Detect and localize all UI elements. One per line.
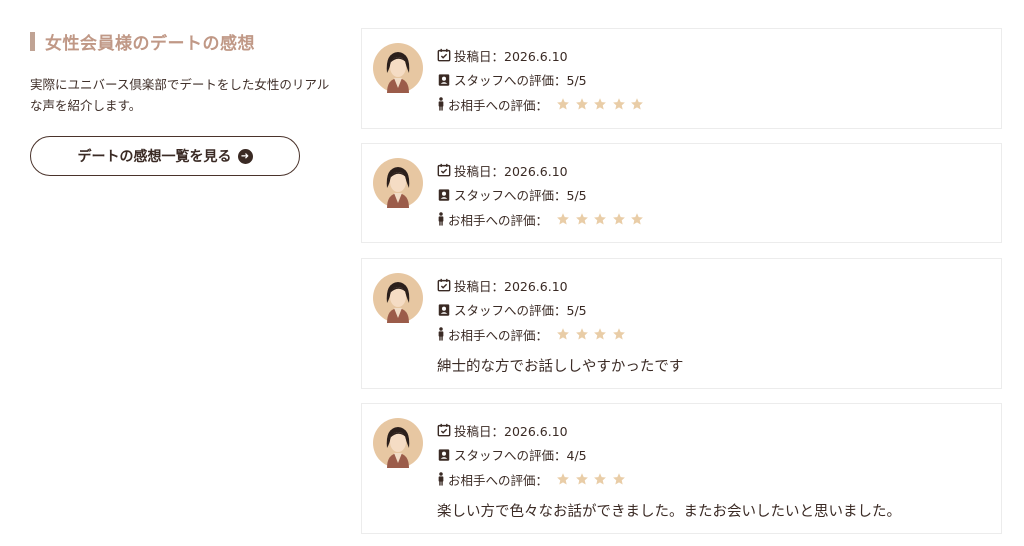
post-date-text: 投稿日：2026.6.10: [454, 423, 568, 439]
star-icon: [630, 212, 644, 226]
intro-panel: 女性会員様のデートの感想 実際にユニバース倶楽部でデートをした女性のリアルな声を…: [30, 28, 350, 176]
post-date: 投稿日：2026.6.10: [437, 158, 649, 183]
review-comment: 楽しい方で色々なお話ができました。またお会いしたいと思いました。: [437, 504, 901, 520]
post-date: 投稿日：2026.6.10: [437, 418, 630, 443]
staff-badge-icon: [438, 304, 450, 316]
section-title: 女性会員様のデートの感想: [45, 33, 255, 54]
post-date: 投稿日：2026.6.10: [437, 43, 649, 68]
staff-badge-icon: [438, 74, 450, 86]
calendar-check-icon: [437, 279, 451, 292]
star-icon: [575, 212, 589, 226]
star-icon: [593, 327, 607, 341]
staff-rating-text: スタッフへの評価：5/5: [454, 303, 587, 319]
avatar: [373, 273, 423, 323]
staff-rating-text: スタッフへの評価：5/5: [454, 73, 587, 89]
staff-rating-text: スタッフへの評価：5/5: [454, 188, 587, 204]
staff-rating: スタッフへの評価：5/5: [437, 68, 649, 93]
star-icon: [630, 97, 644, 111]
section-heading: 女性会員様のデートの感想: [30, 28, 350, 54]
view-all-reviews-button[interactable]: デートの感想一覧を見る ➜: [30, 136, 300, 176]
review-card: 投稿日：2026.6.10 スタッフへの評価：4/5 お相手への評価： 楽しい方…: [361, 403, 1002, 534]
staff-badge-icon: [438, 189, 450, 201]
star-rating: [556, 327, 630, 341]
post-date: 投稿日：2026.6.10: [437, 273, 630, 298]
partner-rating-text: お相手への評価：: [448, 327, 549, 343]
star-icon: [612, 97, 626, 111]
person-icon: [438, 212, 444, 226]
star-icon: [575, 97, 589, 111]
calendar-check-icon: [437, 49, 451, 62]
star-icon: [612, 327, 626, 341]
star-icon: [612, 472, 626, 486]
post-date-text: 投稿日：2026.6.10: [454, 278, 568, 294]
person-icon: [438, 472, 444, 486]
review-card: 投稿日：2026.6.10 スタッフへの評価：5/5 お相手への評価：: [361, 143, 1002, 243]
partner-rating-text: お相手への評価：: [448, 472, 549, 488]
star-icon: [556, 97, 570, 111]
partner-rating: お相手への評価：: [437, 322, 630, 347]
person-icon: [438, 97, 444, 111]
review-card: 投稿日：2026.6.10 スタッフへの評価：5/5 お相手への評価： 紳士的な…: [361, 258, 1002, 389]
person-icon: [438, 327, 444, 341]
staff-rating: スタッフへの評価：5/5: [437, 183, 649, 208]
calendar-check-icon: [437, 424, 451, 437]
section-intro: 実際にユニバース倶楽部でデートをした女性のリアルな声を紹介します。: [30, 77, 330, 113]
star-rating: [556, 212, 649, 226]
star-rating: [556, 97, 649, 111]
staff-badge-icon: [438, 449, 450, 461]
star-icon: [575, 472, 589, 486]
post-date-text: 投稿日：2026.6.10: [454, 48, 568, 64]
staff-rating-text: スタッフへの評価：4/5: [454, 448, 587, 464]
partner-rating: お相手への評価：: [437, 207, 649, 232]
review-card: 投稿日：2026.6.10 スタッフへの評価：5/5 お相手への評価：: [361, 28, 1002, 129]
avatar: [373, 43, 423, 93]
star-icon: [612, 212, 626, 226]
star-icon: [556, 472, 570, 486]
partner-rating: お相手への評価：: [437, 92, 649, 117]
partner-rating: お相手への評価：: [437, 467, 630, 492]
star-icon: [593, 472, 607, 486]
calendar-check-icon: [437, 164, 451, 177]
avatar: [373, 418, 423, 468]
arrow-circle-icon: ➜: [237, 148, 253, 164]
star-rating: [556, 472, 630, 486]
partner-rating-text: お相手への評価：: [448, 212, 549, 228]
star-icon: [556, 212, 570, 226]
star-icon: [593, 97, 607, 111]
review-comment: 紳士的な方でお話ししやすかったです: [437, 359, 684, 375]
star-icon: [575, 327, 589, 341]
star-icon: [556, 327, 570, 341]
heading-accent-bar: [30, 31, 35, 51]
staff-rating: スタッフへの評価：5/5: [437, 298, 630, 323]
partner-rating-text: お相手への評価：: [448, 97, 549, 113]
avatar: [373, 158, 423, 208]
view-all-reviews-label: デートの感想一覧を見る: [77, 149, 232, 165]
star-icon: [593, 212, 607, 226]
post-date-text: 投稿日：2026.6.10: [454, 163, 568, 179]
staff-rating: スタッフへの評価：4/5: [437, 443, 630, 468]
